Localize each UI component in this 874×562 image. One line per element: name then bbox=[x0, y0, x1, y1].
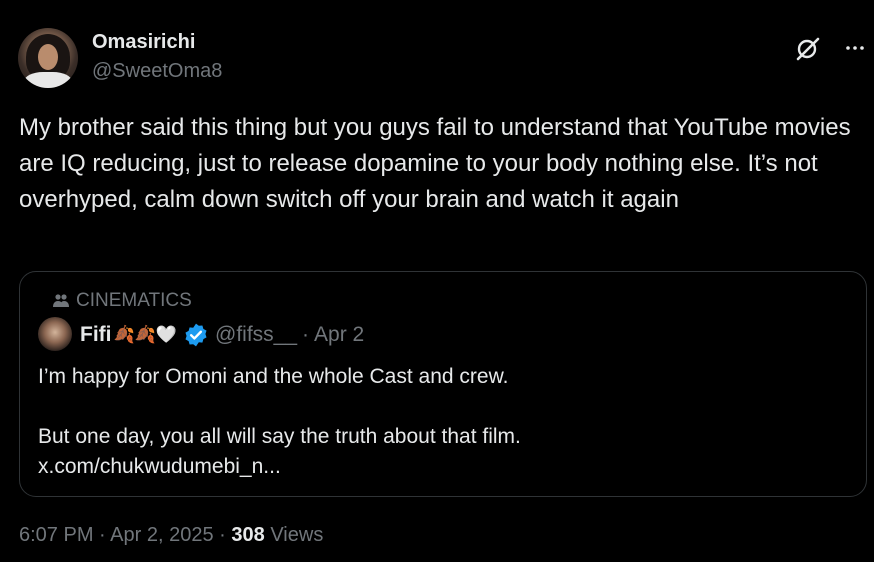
quoted-link[interactable]: x.com/chukwudumebi_n... bbox=[38, 452, 858, 482]
views-count: 308 bbox=[231, 524, 265, 546]
author-name[interactable]: Omasirichi bbox=[92, 31, 195, 54]
author-handle[interactable]: @SweetOma8 bbox=[92, 60, 222, 83]
avatar-shirt bbox=[24, 72, 72, 88]
quoted-name[interactable]: Fifi bbox=[80, 323, 112, 347]
avatar-face bbox=[38, 44, 58, 70]
meta-separator-1: · bbox=[99, 524, 106, 546]
community-icon bbox=[53, 294, 69, 307]
community-label[interactable]: CINEMATICS bbox=[52, 290, 192, 312]
tweet-meta: 6:07 PM · Apr 2, 2025 · 308 Views bbox=[19, 524, 323, 547]
quoted-avatar[interactable] bbox=[38, 317, 72, 351]
quoted-handle[interactable]: @fifss__ bbox=[215, 323, 297, 347]
more-icon[interactable] bbox=[843, 36, 867, 60]
quoted-line-2: But one day, you all will say the truth … bbox=[38, 425, 521, 448]
views-label: Views bbox=[270, 524, 324, 546]
author-avatar[interactable] bbox=[18, 28, 78, 88]
quoted-separator: · bbox=[302, 323, 310, 346]
quoted-date[interactable]: Apr 2 bbox=[314, 323, 364, 347]
tweet: Omasirichi @SweetOma8 My brother said th… bbox=[0, 0, 874, 562]
tweet-time[interactable]: 6:07 PM bbox=[19, 524, 93, 546]
meta-separator-2: · bbox=[219, 524, 226, 546]
community-name: CINEMATICS bbox=[76, 290, 192, 311]
quoted-name-emoji: 🍂🍂🤍 bbox=[113, 325, 178, 344]
tweet-date[interactable]: Apr 2, 2025 bbox=[110, 524, 213, 546]
grok-icon[interactable] bbox=[795, 36, 821, 62]
quoted-text: I’m happy for Omoni and the whole Cast a… bbox=[38, 362, 858, 482]
quoted-header: Fifi 🍂🍂🤍 @fifss__ · Apr 2 bbox=[80, 322, 364, 348]
tweet-text: My brother said this thing but you guys … bbox=[19, 114, 851, 213]
verified-badge-icon bbox=[185, 323, 207, 347]
quoted-tweet[interactable]: CINEMATICS Fifi 🍂🍂🤍 @fifss__ · Apr 2 I’m… bbox=[19, 271, 867, 497]
quoted-line-1: I’m happy for Omoni and the whole Cast a… bbox=[38, 365, 509, 388]
